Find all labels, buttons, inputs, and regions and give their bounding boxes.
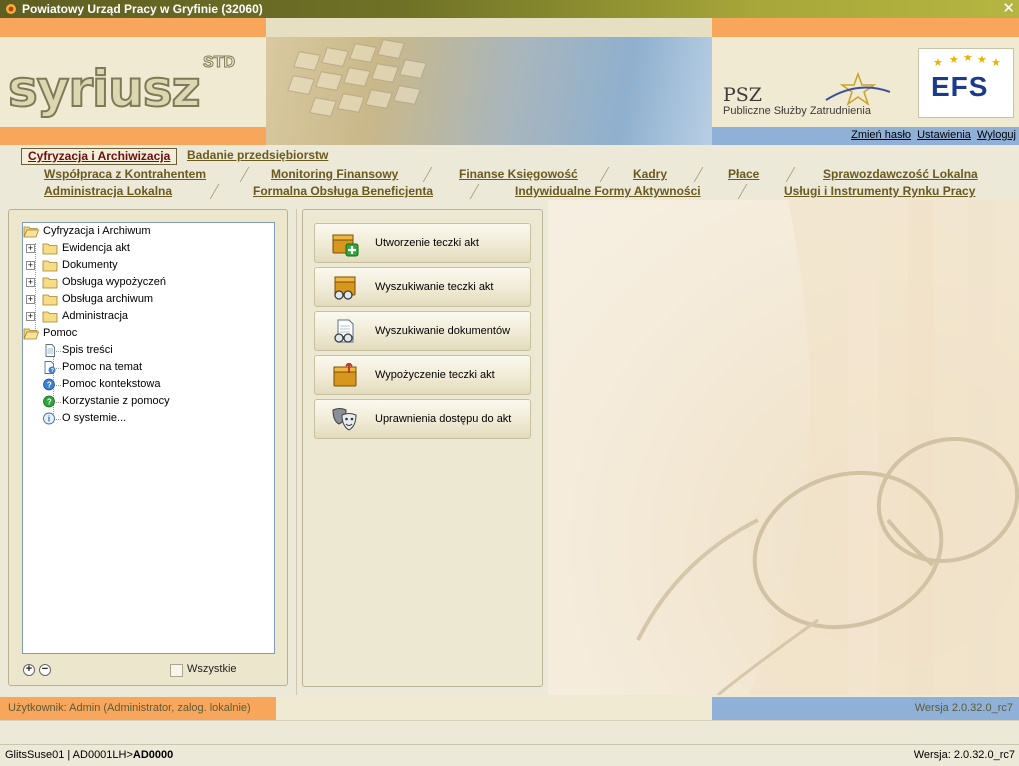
search-file-button[interactable]: Wyszukiwanie teczki akt xyxy=(314,267,531,307)
help-green-icon: ? xyxy=(43,395,55,408)
svg-text:★: ★ xyxy=(991,57,1001,69)
tree-expander[interactable]: + xyxy=(26,244,35,253)
tree-expander[interactable]: + xyxy=(26,261,35,270)
efs-logo: ★ ★ ★ ★ ★ EFS xyxy=(918,48,1014,118)
tab-formalna-obsluga[interactable]: Formalna Obsługa Beneficjenta xyxy=(253,183,433,200)
session-info: GlitsSuse01 | AD0001LH>AD0000 xyxy=(5,749,174,761)
window-title: Powiatowy Urząd Pracy w Gryfinie (32060) xyxy=(22,2,263,16)
decorative-background xyxy=(548,200,1019,695)
module-tabs: Cyfryzacja i Archiwizacja Badanie przeds… xyxy=(0,145,1019,200)
folder-search-icon xyxy=(334,276,356,300)
syriusz-star-logo xyxy=(825,71,891,106)
settings-link[interactable]: Ustawienia xyxy=(917,129,971,141)
folder-icon xyxy=(42,311,58,323)
tab-wspolpraca[interactable]: Współpraca z Kontrahentem xyxy=(44,166,206,183)
tab-badanie-przedsiebiorstw[interactable]: Badanie przedsiębiorstw xyxy=(181,148,334,165)
search-documents-button[interactable]: Wyszukiwanie dokumentów xyxy=(314,311,531,351)
expand-all-button[interactable]: + xyxy=(23,664,35,676)
tree-expander[interactable]: + xyxy=(26,295,35,304)
folder-lend-icon xyxy=(333,363,357,387)
svg-text:i: i xyxy=(48,415,50,424)
help-circle-icon: ? xyxy=(43,378,55,391)
help-document-icon: ? xyxy=(44,361,56,374)
bottom-status-bar: GlitsSuse01 | AD0001LH>AD0000 Wersja: 2.… xyxy=(0,744,1019,766)
user-status-bar: Użytkownik: Admin (Administrator, zalog.… xyxy=(0,697,1019,720)
tree-expander[interactable]: + xyxy=(26,278,35,287)
logged-user-text: Użytkownik: Admin (Administrator, zalog.… xyxy=(8,702,251,714)
collapse-all-button[interactable]: − xyxy=(39,664,51,676)
navigation-panel: Cyfryzacja i Archiwum + Ewidencja akt + … xyxy=(8,209,288,686)
document-search-icon xyxy=(334,319,354,343)
syriusz-logo: syriusz xyxy=(7,60,202,118)
document-icon xyxy=(45,344,55,357)
svg-text:?: ? xyxy=(47,380,52,389)
folder-icon xyxy=(42,260,58,272)
change-password-link[interactable]: Zmień hasło xyxy=(851,129,911,141)
masks-icon xyxy=(332,408,357,431)
svg-text:★: ★ xyxy=(977,55,987,66)
tab-place[interactable]: Płace xyxy=(728,166,759,183)
svg-text:?: ? xyxy=(47,397,52,406)
window-titlebar: Powiatowy Urząd Pracy w Gryfinie (32060)… xyxy=(0,0,1019,18)
folder-add-icon xyxy=(332,234,359,257)
all-checkbox[interactable] xyxy=(170,664,183,677)
folder-icon xyxy=(42,294,58,306)
tab-uslugi-instrumenty[interactable]: Usługi i Instrumenty Rynku Pracy xyxy=(784,183,975,200)
close-icon[interactable]: ✕ xyxy=(1002,0,1015,17)
svg-text:★: ★ xyxy=(963,55,973,64)
lend-file-button[interactable]: Wypożyczenie teczki akt xyxy=(314,355,531,395)
info-icon: i xyxy=(43,412,55,425)
banner-keyboard-image xyxy=(266,37,712,145)
all-checkbox-label: Wszystkie xyxy=(187,663,237,675)
panel-splitter[interactable] xyxy=(296,209,297,695)
status-strip xyxy=(0,720,1019,744)
header-banner: syriusz STD PSZ Publiczne Służby Zatrudn… xyxy=(0,18,1019,145)
tab-finanse[interactable]: Finanse Księgowość xyxy=(459,166,578,183)
folder-icon xyxy=(42,243,58,255)
psz-title: PSZ xyxy=(723,84,763,106)
tab-row-3: Administracja Lokalna Formalna Obsługa B… xyxy=(0,183,1019,200)
syriusz-std-badge: STD xyxy=(203,54,236,72)
tab-kadry[interactable]: Kadry xyxy=(633,166,667,183)
tree-expander[interactable]: + xyxy=(26,312,35,321)
svg-text:★: ★ xyxy=(949,55,959,66)
bottom-version-text: Wersja: 2.0.32.0_rc7 xyxy=(913,749,1015,761)
create-file-button[interactable]: Utworzenie teczki akt xyxy=(314,223,531,263)
tab-monitoring[interactable]: Monitoring Finansowy xyxy=(271,166,398,183)
version-text: Wersja 2.0.32.0_rc7 xyxy=(914,702,1013,714)
app-icon xyxy=(6,4,16,14)
eu-stars-icon: ★ ★ ★ ★ ★ xyxy=(933,55,1001,69)
user-links: Zmień hasło Ustawienia Wyloguj xyxy=(848,129,1016,141)
access-permissions-button[interactable]: Uprawnienia dostępu do akt xyxy=(314,399,531,439)
navigation-tree[interactable]: Cyfryzacja i Archiwum + Ewidencja akt + … xyxy=(22,222,275,654)
tab-row-2: Współpraca z Kontrahentem Monitoring Fin… xyxy=(0,166,1019,183)
tab-cyfryzacja[interactable]: Cyfryzacja i Archiwizacja xyxy=(21,148,178,165)
tab-indywidualne-formy[interactable]: Indywidualne Formy Aktywności xyxy=(515,183,701,200)
svg-text:★: ★ xyxy=(933,57,943,69)
tab-administracja-lokalna[interactable]: Administracja Lokalna xyxy=(44,183,172,200)
glasses-illustration-icon xyxy=(636,200,1019,695)
folder-open-icon xyxy=(23,328,39,340)
folder-icon xyxy=(42,277,58,289)
logout-link[interactable]: Wyloguj xyxy=(977,129,1016,141)
actions-panel: Utworzenie teczki akt Wyszukiwanie teczk… xyxy=(302,209,543,687)
tab-sprawozdawczosc[interactable]: Sprawozdawczość Lokalna xyxy=(823,166,978,183)
folder-open-icon xyxy=(23,226,39,238)
